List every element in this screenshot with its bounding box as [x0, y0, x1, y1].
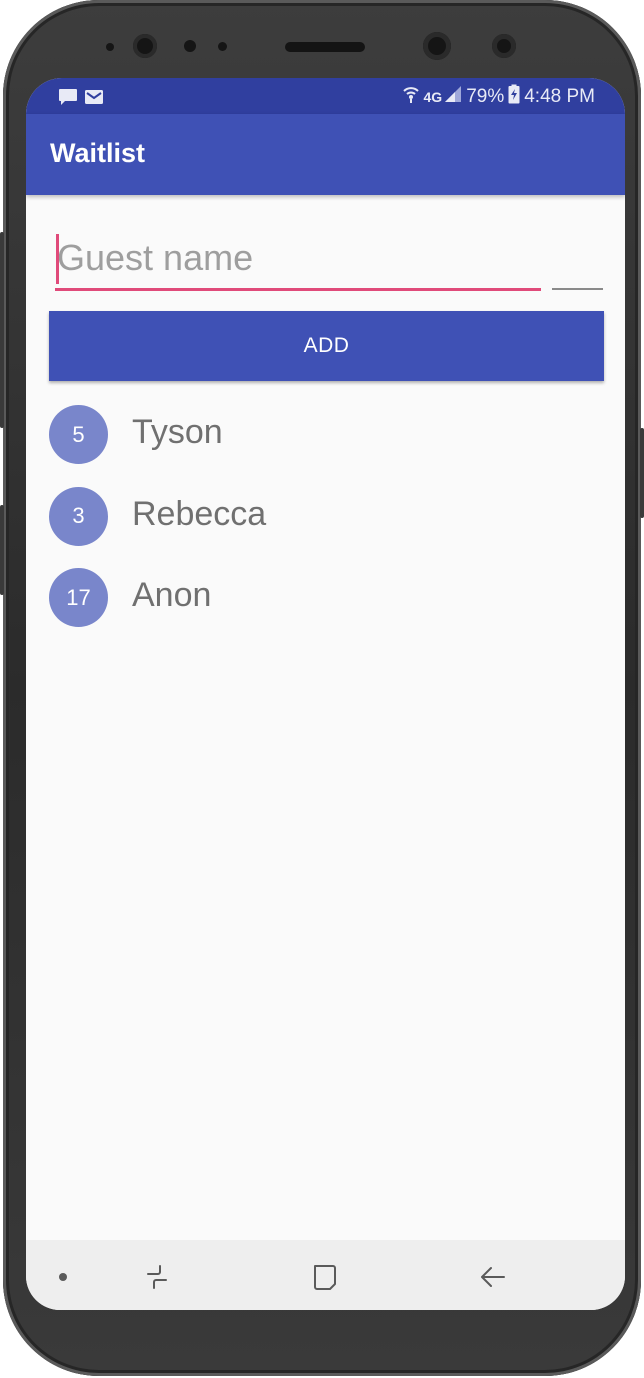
status-bar-indicators: 4G 79% 4:48 PM	[402, 84, 595, 110]
guest-name-field[interactable]	[55, 228, 541, 291]
clock: 4:48 PM	[524, 86, 595, 107]
list-item[interactable]: 5 Tyson	[26, 398, 625, 480]
guest-name: Anon	[132, 576, 212, 614]
front-camera	[133, 34, 157, 58]
iris-scanner	[423, 32, 451, 60]
guest-name: Rebecca	[132, 494, 267, 533]
list-item[interactable]: 3 Rebecca	[26, 480, 625, 562]
party-size-badge: 3	[49, 486, 108, 546]
battery-percent: 79%	[466, 86, 505, 107]
status-bar: 4G 79% 4:48 PM	[26, 78, 625, 114]
side-button-left-bottom	[0, 505, 4, 595]
app-title: Waitlist	[50, 138, 146, 168]
battery-charging-icon	[508, 84, 520, 110]
side-button-right	[640, 428, 644, 518]
back-icon[interactable]	[476, 1260, 510, 1294]
iris-led	[492, 34, 516, 58]
party-size-badge: 5	[49, 405, 108, 464]
phone-frame: 4G 79% 4:48 PM Waitlist ADD 5 Ty	[0, 0, 644, 1376]
recent-apps-icon[interactable]	[140, 1260, 174, 1294]
guest-name-input[interactable]	[55, 228, 541, 291]
side-button-left-top	[0, 232, 4, 428]
sensor-dot	[218, 42, 227, 51]
navigation-bar	[26, 1240, 625, 1310]
add-button[interactable]: ADD	[49, 311, 604, 381]
home-icon[interactable]	[308, 1260, 342, 1294]
list-item[interactable]: 17 Anon	[26, 561, 625, 643]
party-size-badge: 17	[49, 568, 108, 627]
signal-icon	[444, 85, 462, 109]
device-screen: 4G 79% 4:48 PM Waitlist ADD 5 Ty	[26, 78, 625, 1310]
sensor-dot	[106, 43, 114, 51]
sensor-dot	[184, 40, 196, 52]
dot-icon[interactable]	[46, 1260, 80, 1294]
wifi-calling-icon	[402, 84, 420, 110]
message-icon	[58, 88, 78, 111]
guest-list: 5 Tyson 3 Rebecca 17 Anon	[26, 398, 625, 643]
app-bar: Waitlist	[26, 114, 625, 195]
party-size-input[interactable]	[552, 228, 603, 290]
mail-icon	[84, 89, 104, 110]
network-type-label: 4G	[423, 89, 443, 105]
earpiece-speaker	[285, 42, 365, 52]
text-cursor	[56, 234, 59, 284]
guest-name: Tyson	[132, 413, 223, 451]
